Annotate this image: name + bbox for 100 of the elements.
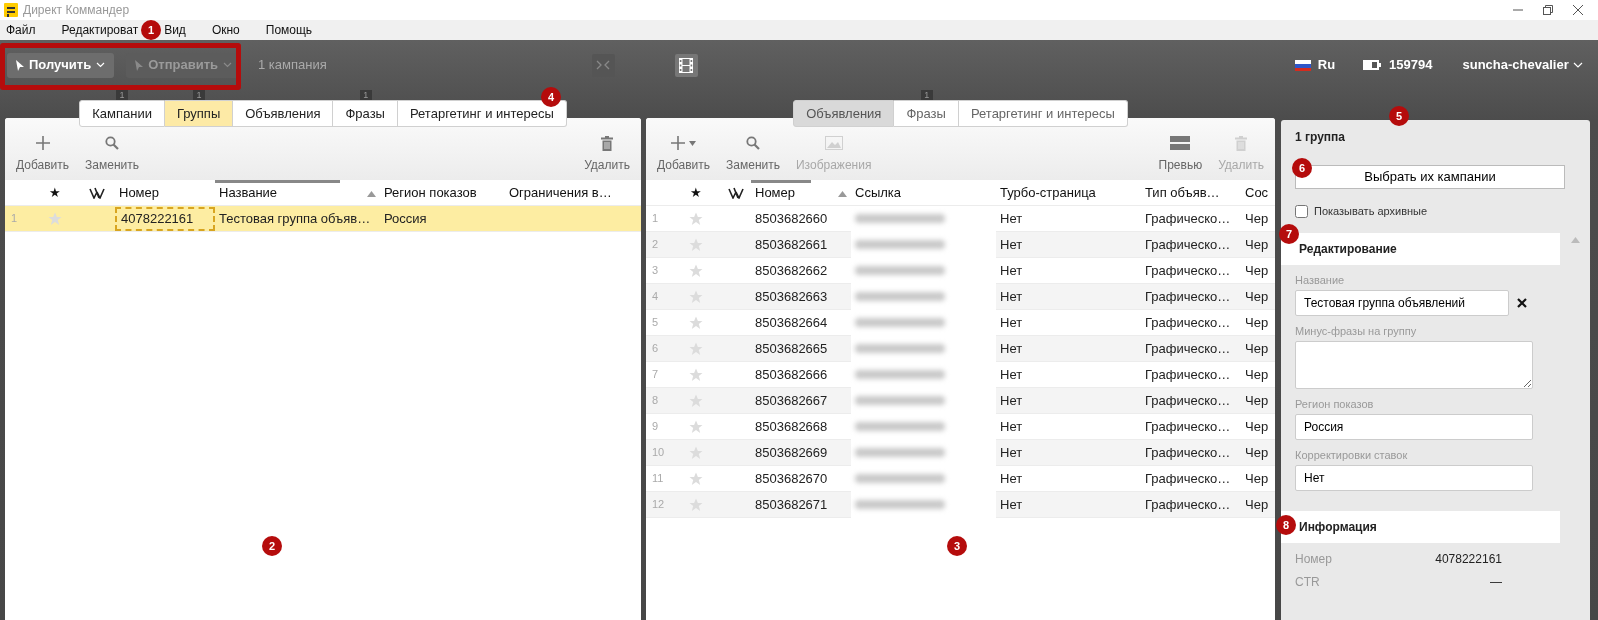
table-cell-text: Графическо… xyxy=(1144,391,1232,410)
table-row[interactable]: 1 4078222161 Тестовая группа объяв… Россия xyxy=(5,206,641,232)
rows-icon xyxy=(1170,136,1191,150)
table-cell-text: Графическо… xyxy=(1144,313,1232,332)
trash-icon xyxy=(1235,135,1248,151)
toolbar-button[interactable]: Удалить xyxy=(576,135,638,174)
tab-counter: 1 xyxy=(359,90,372,100)
toolbar-button[interactable]: Превью xyxy=(1150,135,1211,174)
table-cell-text: 8503682671 xyxy=(754,495,829,514)
tab[interactable]: Объявления xyxy=(233,100,334,127)
chevron-icon xyxy=(96,62,106,68)
column-header[interactable]: Ссылка xyxy=(851,179,996,206)
table-cell-text: 8503682670 xyxy=(754,469,829,488)
tab[interactable]: Кампании xyxy=(79,100,165,127)
table-cell-text: Чер xyxy=(1244,339,1270,358)
column-header[interactable]: Название xyxy=(215,179,380,206)
input-field[interactable]: Нет xyxy=(1295,464,1533,491)
tab[interactable]: Фразы xyxy=(894,100,959,127)
info-label: Номер xyxy=(1295,551,1332,566)
tag-icon xyxy=(727,186,744,199)
column-header[interactable]: Тип объяв… xyxy=(1141,179,1241,206)
pointer-icon xyxy=(16,59,24,71)
input-field[interactable]: Тестовая группа объявлений xyxy=(1295,289,1509,316)
row-number: 9 xyxy=(651,419,660,435)
chevrons-icon xyxy=(596,60,611,70)
tab[interactable]: Объявления xyxy=(793,100,895,127)
table-cell-text: Графическо… xyxy=(1144,365,1232,384)
film-button[interactable] xyxy=(674,53,698,77)
plus-icon xyxy=(35,136,50,150)
menu-item[interactable]: Файл xyxy=(6,21,36,39)
row-number: 10 xyxy=(651,445,666,461)
table-cell-text: 8503682669 xyxy=(754,443,829,462)
table-cell-text: Нет xyxy=(999,443,1024,462)
column-header[interactable]: Турбо-страница xyxy=(996,179,1141,206)
table-cell-text: Чер xyxy=(1244,209,1270,228)
tab[interactable]: Фразы xyxy=(333,100,398,127)
language-label[interactable]: Ru xyxy=(1317,55,1336,75)
chevron-icon xyxy=(1572,62,1583,68)
toolbar-button[interactable]: Заменить xyxy=(718,135,788,174)
table-cell-text: Графическо… xyxy=(1144,495,1232,514)
balance: 159794 xyxy=(1389,56,1433,75)
tab-counter: 1 xyxy=(116,90,129,100)
info-value: — xyxy=(1490,574,1502,589)
table-cell-text: Нет xyxy=(999,391,1024,410)
table-cell-text: Нет xyxy=(999,417,1024,436)
column-header[interactable]: Сос xyxy=(1241,179,1273,206)
toolbar-button[interactable]: Добавить xyxy=(8,135,78,174)
clear-icon[interactable] xyxy=(1517,297,1527,308)
column-header[interactable]: Номер xyxy=(115,179,215,206)
table-cell-text: Графическо… xyxy=(1144,339,1232,358)
checkbox[interactable] xyxy=(1295,204,1308,218)
field-label: Название xyxy=(1295,273,1346,287)
table-cell-text: 8503682668 xyxy=(754,417,829,436)
column-header[interactable]: Регион показов xyxy=(380,179,505,206)
table-cell-text: Графическо… xyxy=(1144,287,1232,306)
table-cell-text: Чер xyxy=(1244,313,1270,332)
tag-icon xyxy=(89,186,105,199)
table-cell-text: Чер xyxy=(1244,417,1270,436)
row-number: 7 xyxy=(651,367,660,383)
menu-item[interactable]: Вид xyxy=(164,21,186,39)
toolbar-button[interactable]: Добавить xyxy=(649,135,719,174)
user-menu[interactable]: suncha-chevalier xyxy=(1462,55,1583,75)
receive-button[interactable]: Получить xyxy=(7,52,115,78)
plus-icon xyxy=(671,136,685,150)
row-number: 6 xyxy=(651,341,660,357)
input-field[interactable]: Россия xyxy=(1295,413,1533,440)
table-cell-text: Нет xyxy=(999,287,1024,306)
menu-item[interactable]: Помощь xyxy=(265,21,313,39)
search-icon xyxy=(746,136,760,150)
toolbar-button[interactable]: Заменить xyxy=(77,135,147,174)
window-title: Директ Коммандер xyxy=(23,2,130,19)
table-cell-text: 8503682662 xyxy=(754,261,829,280)
column-header[interactable]: Номер xyxy=(751,179,851,206)
table-cell-text: Графическо… xyxy=(1144,443,1232,462)
row-number: 8 xyxy=(651,393,660,409)
selection-count: 1 группа xyxy=(1294,129,1347,146)
table-cell-text: Нет xyxy=(999,235,1024,254)
tab[interactable]: Ретаргетинг и интересы xyxy=(958,100,1128,127)
logo-icon xyxy=(4,3,18,17)
restore-icon xyxy=(1542,4,1554,16)
checkbox-label: Показывать архивные xyxy=(1314,204,1428,219)
table-cell: 4078222161 xyxy=(115,206,215,231)
table-cell-text: Нет xyxy=(999,469,1024,488)
menu-item[interactable]: Редактироват xyxy=(61,21,139,39)
table-cell-text: 8503682661 xyxy=(754,235,829,254)
table-cell-text: Графическо… xyxy=(1144,469,1232,488)
column-header[interactable]: ★ xyxy=(671,179,716,206)
info-label: CTR xyxy=(1295,574,1320,589)
table-cell-text: Чер xyxy=(1244,235,1270,254)
column-header[interactable]: Ограничения в… xyxy=(505,179,635,206)
column-header[interactable]: ★ xyxy=(30,179,75,206)
table-cell-text: Нет xyxy=(999,313,1024,332)
tab[interactable]: Ретаргетинг и интересы xyxy=(397,100,567,127)
table-cell-text: Чер xyxy=(1244,391,1270,410)
film-icon xyxy=(679,57,694,73)
table-cell-text: Чер xyxy=(1244,443,1270,462)
menu-item[interactable]: Окно xyxy=(211,21,240,39)
row-number: 12 xyxy=(651,497,666,513)
image-icon xyxy=(824,136,843,150)
tab[interactable]: Группы xyxy=(164,100,234,127)
